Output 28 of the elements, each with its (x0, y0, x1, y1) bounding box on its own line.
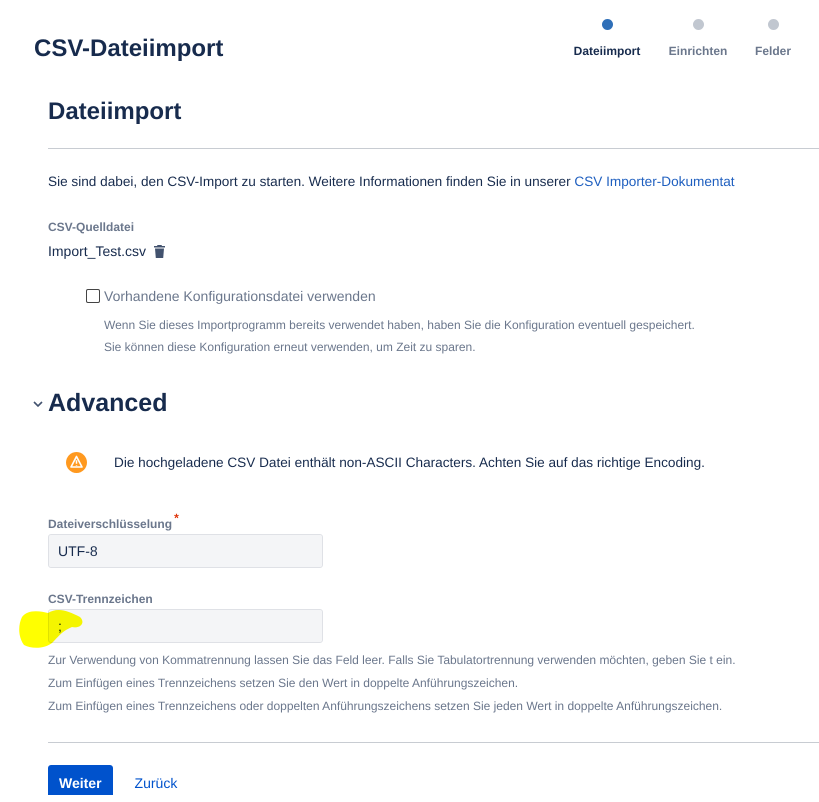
step-label: Dateiimport (574, 44, 640, 58)
help-text: Zum Einfügen eines Trennzeichens setzen Sie den Wert in doppelte Anführungszeichen. (48, 675, 520, 692)
checkbox[interactable] (86, 289, 100, 303)
step-label: Felder (754, 44, 791, 58)
help-text: Sie können diese Konfiguration erneut verwenden, um Zeit zu sparen. (104, 339, 477, 356)
step-label: Einrichten (668, 44, 728, 58)
section-title: Advanced (48, 388, 168, 418)
field-label: Dateiverschlüsselung (48, 517, 172, 531)
field-label: CSV-Trennzeichen (48, 592, 153, 606)
help-text: Zum Einfügen eines Trennzeichens oder doppelten Anführungszeichens setzen Sie jeden Wert in doppelte Anführungszeichen. (48, 698, 724, 715)
input-field[interactable]: ; (48, 609, 323, 643)
help-text: Zur Verwendung von Kommatrennung lassen Sie das Feld leer. Falls Sie Tabulatortrennung verwenden möchten, geben Sie t ein. (48, 652, 737, 669)
required-mark: * (174, 511, 179, 525)
page-title: CSV-Dateiimport (34, 34, 224, 64)
help-text: Wenn Sie dieses Importprogramm bereits verwendet haben, haben Sie die Konfiguration eventuell gespeichert. (104, 317, 696, 334)
input-field[interactable]: UTF-8 (48, 534, 323, 568)
trash-icon[interactable] (154, 244, 166, 258)
warning-icon (66, 452, 87, 473)
field-label: CSV-Quelldatei (48, 220, 136, 234)
documentation-link[interactable]: CSV Importer-Dokumentat (574, 174, 735, 189)
chevron-icon[interactable] (33, 400, 43, 408)
warning-text: Die hochgeladene CSV Datei enthält non-ASCII Characters. Achten Sie auf das richtige Encoding. (114, 455, 705, 470)
intro-text: Sie sind dabei, den CSV-Import zu starten. Weitere Informationen finden Sie in unserer CSV Importer-Dokumentat (48, 174, 736, 189)
checkbox-label[interactable]: Vorhandene Konfigurationsdatei verwenden (104, 288, 376, 304)
file-name: Import_Test.csv (48, 243, 146, 259)
next-button[interactable]: Weiter (48, 765, 113, 795)
back-link[interactable]: Zurück (118, 765, 194, 795)
section-title: Dateiimport (48, 97, 182, 127)
